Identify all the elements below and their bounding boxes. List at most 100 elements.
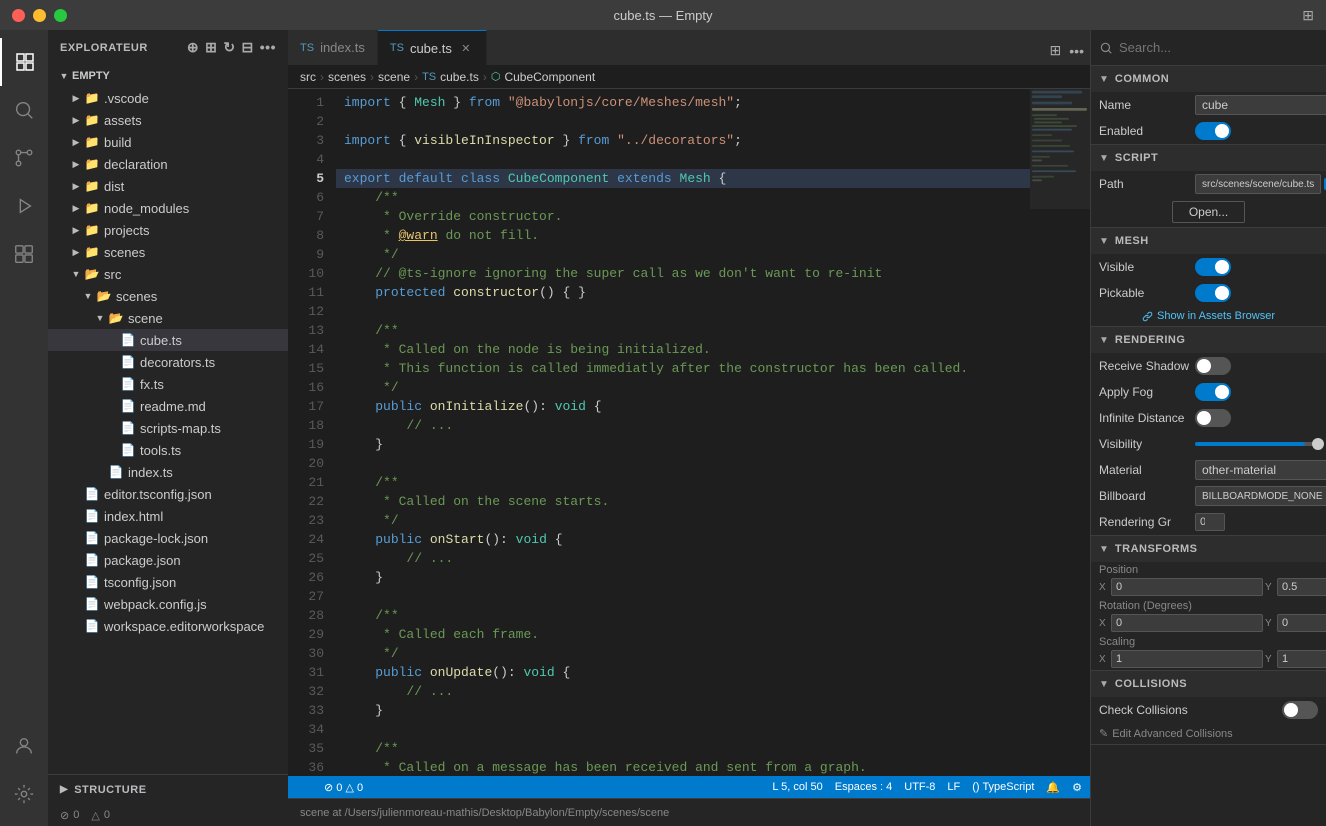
- breadcrumb-scene[interactable]: scene: [378, 70, 410, 84]
- sidebar-item-vscode[interactable]: ▶ 📁 .vscode: [48, 87, 288, 109]
- line-numbers: 1234 5 678910 1112131415 1617181920 2122…: [288, 89, 336, 776]
- activity-extensions[interactable]: [0, 230, 48, 278]
- enabled-toggle[interactable]: [1195, 122, 1231, 140]
- status-settings-icon[interactable]: ⚙: [1072, 781, 1082, 794]
- activity-account[interactable]: [0, 722, 48, 770]
- rotation-y-input[interactable]: [1277, 614, 1326, 632]
- activity-debug[interactable]: [0, 182, 48, 230]
- sidebar-item-scripts-map-ts[interactable]: 📄 scripts-map.ts: [48, 417, 288, 439]
- maximize-button[interactable]: [54, 9, 67, 22]
- tree-root[interactable]: ▼ EMPTY: [48, 65, 288, 87]
- activity-search[interactable]: [0, 86, 48, 134]
- window-controls[interactable]: [12, 9, 67, 22]
- sidebar-item-package-json[interactable]: 📄 package.json: [48, 549, 288, 571]
- split-editor-icon[interactable]: ⊞: [1048, 40, 1064, 61]
- inspector-search-input[interactable]: [1119, 40, 1318, 55]
- layout-icon[interactable]: ⊞: [1302, 7, 1314, 24]
- material-value-container: [1195, 460, 1326, 480]
- new-file-icon[interactable]: ⊕: [187, 39, 199, 56]
- sidebar-item-editor-tsconfig[interactable]: 📄 editor.tsconfig.json: [48, 483, 288, 505]
- tab-close-button[interactable]: ✕: [458, 40, 474, 56]
- status-position[interactable]: L 5, col 50: [772, 781, 822, 793]
- sidebar-item-scenes-top[interactable]: ▶ 📁 scenes: [48, 241, 288, 263]
- activity-explorer[interactable]: [0, 38, 48, 86]
- script-section-header[interactable]: ▼ Script: [1091, 145, 1326, 171]
- status-language[interactable]: () TypeScript: [972, 781, 1034, 793]
- code-content[interactable]: import { Mesh } from "@babylonjs/core/Me…: [336, 89, 1030, 776]
- assets-browser-link[interactable]: Show in Assets Browser: [1091, 306, 1326, 326]
- breadcrumb-cube-ts[interactable]: TS cube.ts: [422, 70, 479, 84]
- sidebar-item-projects[interactable]: ▶ 📁 projects: [48, 219, 288, 241]
- receive-shadows-toggle[interactable]: [1195, 357, 1231, 375]
- sidebar-item-assets[interactable]: ▶ 📁 assets: [48, 109, 288, 131]
- position-y-input[interactable]: [1277, 578, 1326, 596]
- sidebar-item-src[interactable]: ▼ 📂 src: [48, 263, 288, 285]
- minimize-button[interactable]: [33, 9, 46, 22]
- code-line: public onStart(): void {: [336, 530, 1030, 549]
- open-button[interactable]: Open...: [1172, 201, 1245, 223]
- tab-cube-ts[interactable]: TS cube.ts ✕: [378, 30, 487, 65]
- status-spaces[interactable]: Espaces : 4: [835, 781, 892, 793]
- new-folder-icon[interactable]: ⊞: [205, 39, 217, 56]
- sidebar-item-declaration[interactable]: ▶ 📁 declaration: [48, 153, 288, 175]
- error-status[interactable]: ⊘ 0 △ 0: [324, 781, 363, 794]
- sidebar-item-package-lock[interactable]: 📄 package-lock.json: [48, 527, 288, 549]
- transforms-section-header[interactable]: ▼ Transforms: [1091, 536, 1326, 562]
- scaling-y-input[interactable]: [1277, 650, 1326, 668]
- sidebar-item-index-html[interactable]: 📄 index.html: [48, 505, 288, 527]
- position-x-input[interactable]: [1111, 578, 1263, 596]
- sidebar-structure-header[interactable]: ▶ STRUCTURE: [48, 774, 288, 804]
- sidebar-item-node-modules[interactable]: ▶ 📁 node_modules: [48, 197, 288, 219]
- breadcrumb-scenes[interactable]: scenes: [328, 70, 366, 84]
- close-button[interactable]: [12, 9, 25, 22]
- visible-toggle[interactable]: [1195, 258, 1231, 276]
- visibility-slider[interactable]: [1195, 442, 1324, 446]
- sidebar-item-scenes[interactable]: ▼ 📂 scenes: [48, 285, 288, 307]
- tab-index-ts[interactable]: TS index.ts: [288, 30, 378, 65]
- sidebar-item-dist[interactable]: ▶ 📁 dist: [48, 175, 288, 197]
- name-input[interactable]: [1195, 95, 1326, 115]
- warning-count[interactable]: △ 0: [91, 809, 110, 822]
- apply-fog-toggle[interactable]: [1195, 383, 1231, 401]
- breadcrumb-src[interactable]: src: [300, 70, 316, 84]
- activity-source-control[interactable]: [0, 134, 48, 182]
- sidebar-item-scene[interactable]: ▼ 📂 scene: [48, 307, 288, 329]
- status-encoding[interactable]: UTF-8: [904, 781, 935, 793]
- more-actions-icon[interactable]: •••: [1067, 41, 1086, 61]
- rendering-group-input[interactable]: [1195, 513, 1225, 531]
- infinite-distance-toggle[interactable]: [1195, 409, 1231, 427]
- git-branch-item[interactable]: [296, 780, 312, 794]
- common-section-header[interactable]: ▼ Common: [1091, 66, 1326, 92]
- more-icon[interactable]: •••: [260, 39, 276, 56]
- sidebar-item-index-ts-inner[interactable]: 📄 index.ts: [48, 461, 288, 483]
- mesh-section-header[interactable]: ▼ Mesh: [1091, 228, 1326, 254]
- activity-bottom: [0, 722, 48, 826]
- sidebar-item-build[interactable]: ▶ 📁 build: [48, 131, 288, 153]
- activity-settings[interactable]: [0, 770, 48, 818]
- sidebar-item-workspace[interactable]: 📄 workspace.editorworkspace: [48, 615, 288, 637]
- code-editor[interactable]: 1234 5 678910 1112131415 1617181920 2122…: [288, 89, 1090, 776]
- rendering-section-header[interactable]: ▼ Rendering: [1091, 327, 1326, 353]
- status-eol[interactable]: LF: [947, 781, 960, 793]
- pickable-toggle[interactable]: [1195, 284, 1231, 302]
- billboard-input[interactable]: [1195, 486, 1326, 506]
- sidebar-item-tools-ts[interactable]: 📄 tools.ts: [48, 439, 288, 461]
- breadcrumb-cubecomponent[interactable]: ⬡ CubeComponent: [491, 70, 595, 84]
- sidebar-item-tsconfig-json[interactable]: 📄 tsconfig.json: [48, 571, 288, 593]
- edit-advanced-collisions-button[interactable]: ✎ Edit Advanced Collisions: [1091, 723, 1326, 744]
- sidebar-item-readme-md[interactable]: 📄 readme.md: [48, 395, 288, 417]
- sidebar-item-decorators-ts[interactable]: 📄 decorators.ts: [48, 351, 288, 373]
- scaling-x-input[interactable]: [1111, 650, 1263, 668]
- sidebar-item-fx-ts[interactable]: 📄 fx.ts: [48, 373, 288, 395]
- collapse-icon[interactable]: ⊟: [242, 39, 254, 56]
- material-input[interactable]: [1195, 460, 1326, 480]
- error-count[interactable]: ⊘ 0: [60, 809, 79, 822]
- status-feedback-icon[interactable]: 🔔: [1046, 781, 1060, 794]
- refresh-icon[interactable]: ↻: [223, 39, 235, 56]
- minimap-slider[interactable]: [1030, 89, 1090, 209]
- check-collisions-toggle[interactable]: [1282, 701, 1318, 719]
- sidebar-item-webpack-config[interactable]: 📄 webpack.config.js: [48, 593, 288, 615]
- collisions-section-header[interactable]: ▼ Collisions: [1091, 671, 1326, 697]
- rotation-x-input[interactable]: [1111, 614, 1263, 632]
- sidebar-item-cube-ts[interactable]: 📄 cube.ts: [48, 329, 288, 351]
